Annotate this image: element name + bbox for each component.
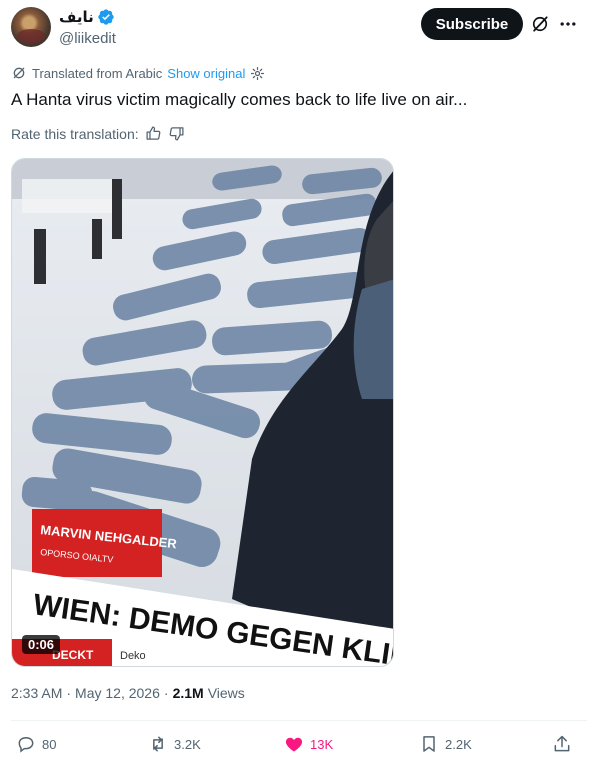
meta-separator: · xyxy=(163,685,169,701)
views-label: Views xyxy=(207,685,245,701)
post-time[interactable]: 2:33 AM xyxy=(11,685,62,701)
author-handle[interactable]: @liikedit xyxy=(59,30,116,47)
repost-button[interactable]: 3.2K xyxy=(148,734,201,754)
repost-icon xyxy=(153,736,163,752)
author-display-name[interactable]: نايف xyxy=(59,8,94,26)
post-actions: 80 3.2K 13K 2.2K xyxy=(0,730,598,760)
rate-translation: Rate this translation: xyxy=(11,125,185,142)
bookmark-icon xyxy=(423,736,435,752)
bookmark-button[interactable]: 2.2K xyxy=(419,734,472,754)
ticker-extra: Deko xyxy=(120,650,146,662)
verified-badge-icon xyxy=(98,9,114,25)
grok-icon[interactable] xyxy=(530,14,550,34)
views-count[interactable]: 2.1M xyxy=(173,685,204,701)
repost-count: 3.2K xyxy=(174,736,201,752)
reply-button[interactable]: 80 xyxy=(16,734,56,754)
post-text: A Hanta virus victim magically comes bac… xyxy=(11,90,468,109)
video-duration: 0:06 xyxy=(22,635,61,654)
translation-note: Translated from Arabic Show original xyxy=(11,65,265,81)
settings-gear-icon[interactable] xyxy=(250,66,265,81)
share-icon xyxy=(554,735,570,752)
divider xyxy=(11,720,587,721)
meta-separator: · xyxy=(66,685,72,701)
video-frame[interactable]: MARVIN NEHGALDER OPORSO OIALTV WIEN: DEM… xyxy=(12,159,394,667)
like-count: 13K xyxy=(310,736,334,752)
reply-icon xyxy=(18,736,34,753)
thumbs-up-icon[interactable] xyxy=(145,125,162,142)
post-header: نايف @liikedit Subscribe xyxy=(0,0,598,56)
video-player[interactable]: MARVIN NEHGALDER OPORSO OIALTV WIEN: DEM… xyxy=(11,158,394,667)
show-original-link[interactable]: Show original xyxy=(167,66,245,81)
thumbs-down-icon[interactable] xyxy=(168,125,185,142)
post-date[interactable]: May 12, 2026 xyxy=(75,685,160,701)
reply-count: 80 xyxy=(42,736,57,752)
author-avatar[interactable] xyxy=(11,7,51,47)
bookmark-count: 2.2K xyxy=(445,736,472,752)
grok-translate-icon xyxy=(13,67,25,79)
post-meta: 2:33 AM · May 12, 2026 · 2.1M Views xyxy=(11,685,245,701)
subscribe-button[interactable]: Subscribe xyxy=(421,8,523,40)
more-dots-icon[interactable] xyxy=(558,14,578,34)
author-name-row[interactable]: نايف xyxy=(59,8,115,26)
translated-from-label: Translated from Arabic xyxy=(32,65,163,81)
like-button[interactable]: 13K xyxy=(284,734,333,754)
heart-filled-icon xyxy=(285,737,303,752)
rate-translation-label: Rate this translation: xyxy=(11,125,139,142)
share-button[interactable] xyxy=(552,734,572,754)
